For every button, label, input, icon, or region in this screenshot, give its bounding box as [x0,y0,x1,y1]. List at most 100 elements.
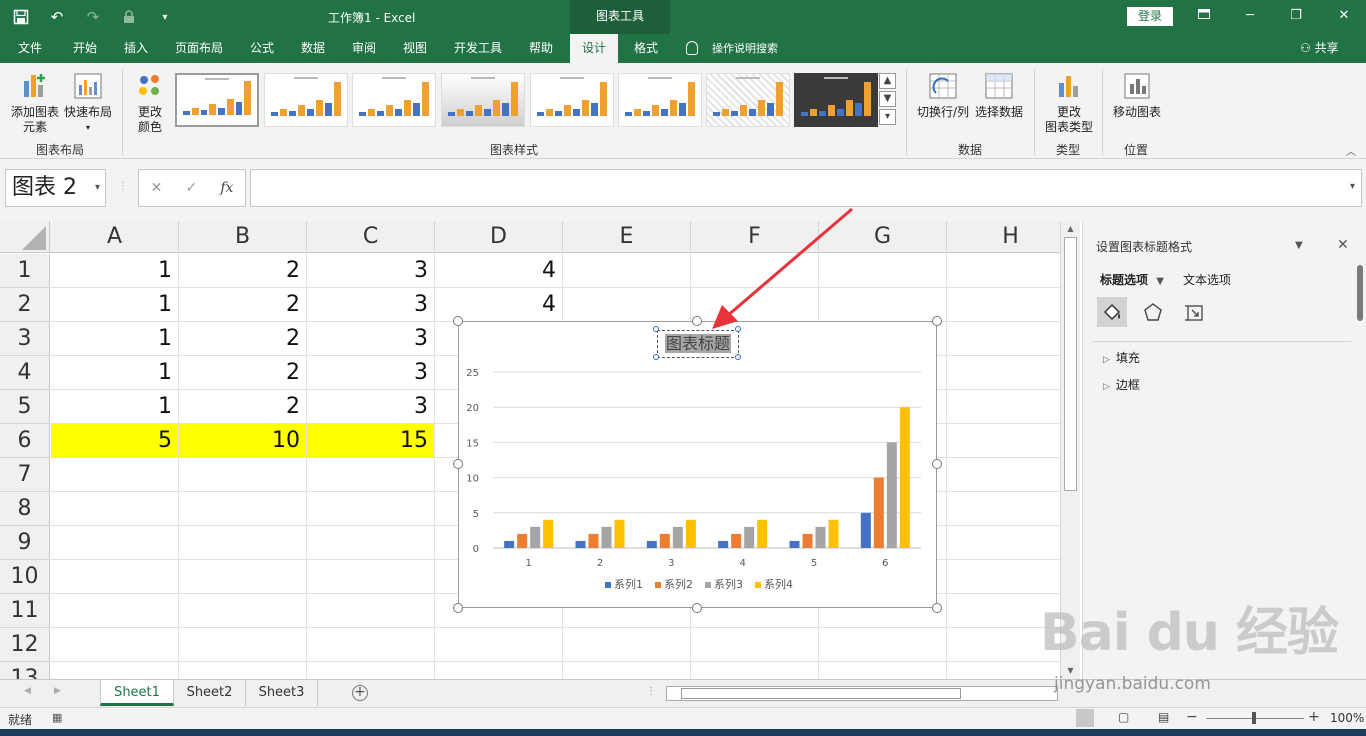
effects-icon[interactable] [1138,297,1168,327]
embedded-chart[interactable]: 0 5 10 15 20 25 1 2 3 4 5 6 系列1 系列2 系列3 系列4 图表标题 [458,321,937,608]
section-fill[interactable]: ▷ 填充 [1103,349,1140,366]
sheet-tab-sheet2[interactable]: Sheet2 [174,680,246,706]
row-header-12[interactable]: 12 [0,628,50,662]
legend-label[interactable]: 系列3 [714,577,743,591]
row-header-10[interactable]: 10 [0,560,50,594]
bar-series1-cat1[interactable] [504,540,515,548]
legend-swatch[interactable] [705,582,711,588]
cell-b6[interactable]: 10 [179,424,307,458]
bar-series2-cat5[interactable] [802,533,813,548]
cell-a7[interactable] [51,458,179,492]
cell-c5[interactable]: 3 [307,390,435,424]
cell-c8[interactable] [307,492,435,526]
cell-a3[interactable]: 1 [51,322,179,356]
tab-help[interactable]: 帮助 [527,34,555,63]
tab-format[interactable]: 格式 [632,34,660,63]
collapse-ribbon-icon[interactable]: ︿ [1346,143,1356,158]
insert-function-icon[interactable]: fx [220,180,233,196]
chart-style-1[interactable] [175,73,259,127]
bar-series2-cat3[interactable] [659,533,670,548]
cell-b1[interactable]: 2 [179,254,307,288]
cell-c10[interactable] [307,560,435,594]
column-header-a[interactable]: A [51,221,179,253]
title-resize-handle[interactable] [735,354,741,360]
save-icon[interactable] [10,6,32,28]
cell-c12[interactable] [307,628,435,662]
ribbon-display-icon[interactable] [1192,5,1216,27]
close-icon[interactable]: ✕ [1332,5,1356,27]
cell-a8[interactable] [51,492,179,526]
cell-a9[interactable] [51,526,179,560]
tab-file[interactable]: 文件 [16,34,44,63]
row-header-7[interactable]: 7 [0,458,50,492]
select-all-corner[interactable] [0,221,50,253]
cell-b3[interactable]: 2 [179,322,307,356]
enter-icon[interactable]: ✓ [185,180,197,196]
bar-series4-cat5[interactable] [828,519,839,548]
legend-label[interactable]: 系列4 [764,577,793,591]
chart-style-6[interactable] [618,73,702,127]
bar-series2-cat4[interactable] [731,533,742,548]
bar-series2-cat1[interactable] [517,533,528,548]
minimize-icon[interactable]: ─ [1238,5,1262,27]
bar-series3-cat5[interactable] [815,526,826,548]
row-header-13[interactable]: 13 [0,662,50,679]
gallery-more-icon[interactable]: ▾ [879,109,896,125]
hscroll-thumb[interactable] [681,688,961,699]
page-break-view-icon[interactable]: ▤ [1158,710,1169,724]
cell-a4[interactable]: 1 [51,356,179,390]
cell-c13[interactable] [307,662,435,679]
bar-series1-cat6[interactable] [860,512,871,548]
bar-series4-cat4[interactable] [757,519,768,548]
sheet-tab-sheet1[interactable]: Sheet1 [100,680,174,706]
legend-swatch[interactable] [755,582,761,588]
row-header-6[interactable]: 6 [0,424,50,458]
chart-resize-handle[interactable] [692,603,702,613]
row-header-2[interactable]: 2 [0,288,50,322]
cell-c3[interactable]: 3 [307,322,435,356]
bar-series4-cat3[interactable] [685,519,696,548]
cell-c11[interactable] [307,594,435,628]
legend-swatch[interactable] [605,582,611,588]
column-header-h[interactable]: H [947,221,1060,253]
tab-developer[interactable]: 开发工具 [452,34,504,63]
chart-style-8[interactable] [794,73,878,127]
normal-view-icon[interactable] [1076,709,1094,727]
tab-page-layout[interactable]: 页面布局 [173,34,225,63]
cell-c4[interactable]: 3 [307,356,435,390]
cell-c1[interactable]: 3 [307,254,435,288]
cell-b12[interactable] [179,628,307,662]
row-header-4[interactable]: 4 [0,356,50,390]
quick-layout-button[interactable]: 快速布局 ▾ [62,71,114,135]
expand-formula-bar-icon[interactable]: ▾ [1350,181,1355,192]
cell-c7[interactable] [307,458,435,492]
cell-e13[interactable] [563,662,691,679]
zoom-level[interactable]: 100% [1330,711,1364,725]
cell-a11[interactable] [51,594,179,628]
zoom-out-icon[interactable]: − [1186,709,1198,725]
pane-close-icon[interactable]: ✕ [1337,237,1349,253]
cell-h9[interactable] [947,526,1060,560]
chart-resize-handle[interactable] [932,603,942,613]
row-header-11[interactable]: 11 [0,594,50,628]
formula-input[interactable]: ▾ [250,169,1362,207]
row-header-1[interactable]: 1 [0,254,50,288]
cell-c9[interactable] [307,526,435,560]
cell-h3[interactable] [947,322,1060,356]
chart-style-4[interactable] [441,73,525,127]
change-colors-button[interactable]: 更改 颜色 [130,71,170,135]
row-header-3[interactable]: 3 [0,322,50,356]
bar-series1-cat5[interactable] [789,540,800,548]
chart-resize-handle[interactable] [453,459,463,469]
column-header-b[interactable]: B [179,221,307,253]
cell-h10[interactable] [947,560,1060,594]
tab-insert[interactable]: 插入 [122,34,150,63]
bar-series3-cat6[interactable] [886,442,897,548]
pane-scrollbar[interactable] [1357,265,1363,321]
bar-series1-cat3[interactable] [646,540,657,548]
bar-series1-cat2[interactable] [575,540,586,548]
cell-g12[interactable] [819,628,947,662]
bar-series4-cat1[interactable] [543,519,554,548]
row-header-5[interactable]: 5 [0,390,50,424]
cell-e12[interactable] [563,628,691,662]
